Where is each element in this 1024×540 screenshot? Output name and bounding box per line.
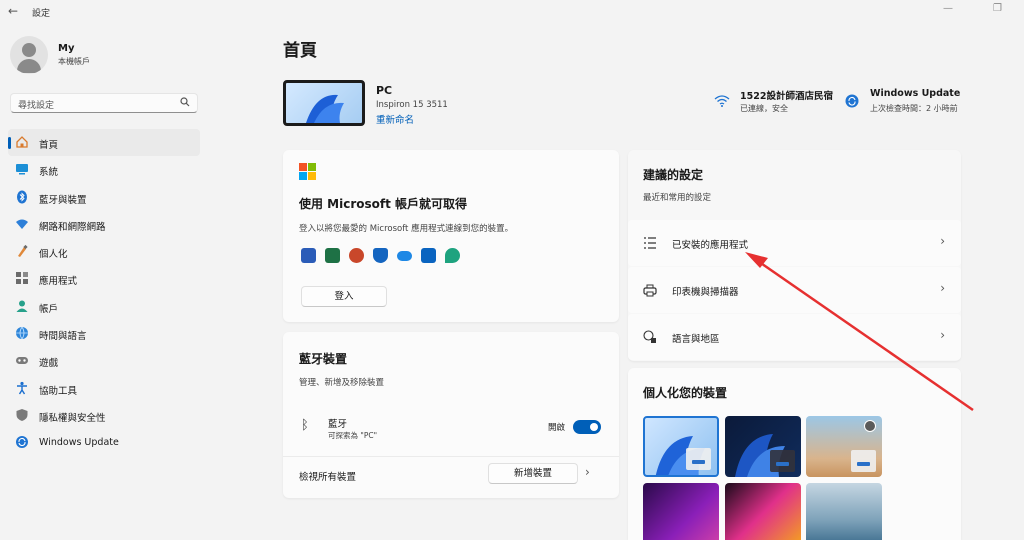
view-all-devices-link[interactable]: 檢視所有裝置	[299, 469, 356, 483]
recommended-item-language-region[interactable]: 語言與地區 ›	[628, 314, 961, 360]
bluetooth-device-status: 可探索為 "PC"	[328, 431, 378, 440]
sidebar-item-accounts[interactable]: 帳戶	[8, 293, 200, 320]
bluetooth-card-desc: 管理、新增及移除裝置	[299, 378, 385, 388]
minimize-icon[interactable]: —	[943, 3, 953, 14]
shield-icon	[16, 408, 28, 421]
theme-thumbnail-windows-light[interactable]	[643, 416, 719, 477]
onedrive-icon	[397, 251, 412, 261]
ms-account-title: 使用 Microsoft 帳戶就可取得	[299, 197, 468, 211]
sidebar-item-home[interactable]: 首頁	[8, 129, 200, 157]
family-icon	[445, 248, 460, 263]
sidebar-item-bluetooth-devices[interactable]: 藍牙與裝置	[8, 184, 200, 211]
ms-account-desc: 登入以將您最愛的 Microsoft 應用程式連線到您的裝置。	[299, 224, 514, 234]
update-last-checked: 上次檢查時間：2 小時前	[870, 104, 958, 113]
account-type: 本機帳戶	[58, 57, 90, 66]
sidebar-item-time-language[interactable]: 時間與語言	[8, 320, 200, 347]
bluetooth-card-title: 藍牙裝置	[299, 352, 348, 366]
wifi-state: 已連線，安全	[740, 104, 788, 113]
chevron-right-icon: ›	[940, 328, 945, 342]
sidebar-item-gaming[interactable]: 遊戲	[8, 347, 200, 374]
sidebar-item-apps[interactable]: 應用程式	[8, 265, 200, 292]
chevron-right-icon[interactable]: ›	[585, 465, 590, 479]
title-bar: ← 設定 — ❐	[0, 0, 1024, 24]
sidebar-item-windows-update[interactable]: Windows Update	[8, 429, 200, 456]
theme-thumbnail-glow[interactable]	[806, 416, 882, 477]
bluetooth-devices-card: 藍牙裝置 管理、新增及移除裝置 ᛒ 藍牙 可探索為 "PC" 開啟 檢視所有裝置…	[283, 332, 619, 498]
powerpoint-icon	[349, 248, 364, 263]
microsoft-logo-icon	[299, 163, 316, 180]
apps-icon	[16, 272, 28, 285]
defender-icon	[373, 248, 388, 263]
wifi-name: 1522設計師酒店民宿	[740, 91, 833, 102]
accessibility-icon	[17, 381, 27, 395]
microsoft-account-card: 使用 Microsoft 帳戶就可取得 登入以將您最愛的 Microsoft 應…	[283, 150, 619, 322]
excel-icon	[325, 248, 340, 263]
sidebar-item-privacy-security[interactable]: 隱私權與安全性	[8, 402, 200, 429]
add-device-button[interactable]: 新增裝置	[488, 463, 578, 484]
sidebar-item-network[interactable]: 網路和網際網路	[8, 211, 200, 238]
restore-icon[interactable]: ❐	[993, 3, 1002, 14]
user-profile[interactable]: My 本機帳戶	[10, 36, 200, 76]
user-name: My	[58, 43, 75, 54]
search-input[interactable]: 尋找設定	[10, 93, 198, 113]
search-placeholder: 尋找設定	[18, 101, 55, 111]
theme-thumbnail-windows-dark[interactable]	[725, 416, 801, 477]
gaming-icon	[16, 357, 28, 365]
language-region-icon	[643, 330, 656, 343]
back-arrow-icon[interactable]: ←	[8, 4, 18, 18]
search-icon	[180, 97, 190, 107]
bluetooth-toggle[interactable]	[573, 420, 601, 434]
word-icon	[301, 248, 316, 263]
rename-link[interactable]: 重新命名	[376, 112, 414, 126]
sidebar-item-accessibility[interactable]: 協助工具	[8, 375, 200, 402]
recommended-item-installed-apps[interactable]: 已安裝的應用程式 ›	[628, 220, 961, 266]
windows-update-icon	[845, 94, 859, 108]
chevron-right-icon: ›	[940, 281, 945, 295]
outlook-icon	[421, 248, 436, 263]
page-title: 首頁	[283, 41, 317, 61]
recommended-item-printers[interactable]: 印表機與掃描器 ›	[628, 267, 961, 313]
sidebar-nav: 首頁 系統 藍牙與裝置 網路和網際網路 個人化 應用程式 帳戶 時間與語言 遊戲…	[8, 129, 200, 457]
time-language-icon	[16, 326, 28, 340]
network-icon	[16, 219, 28, 229]
bluetooth-icon	[17, 190, 27, 204]
system-icon	[16, 164, 28, 175]
recommended-title: 建議的設定	[643, 168, 704, 182]
bluetooth-icon: ᛒ	[301, 418, 309, 433]
signin-button[interactable]: 登入	[301, 286, 387, 307]
windows-update-icon	[16, 436, 28, 449]
pc-name: PC	[376, 84, 393, 97]
avatar	[10, 36, 48, 74]
recommended-subtitle: 最近和常用的設定	[643, 193, 712, 203]
window-title: 設定	[32, 9, 51, 19]
installed-apps-icon	[644, 237, 656, 249]
home-icon	[16, 136, 28, 148]
sidebar-item-system[interactable]: 系統	[8, 156, 200, 183]
personalize-card: 個人化您的裝置	[628, 368, 961, 540]
printer-icon	[643, 284, 657, 297]
bluetooth-toggle-label: 開啟	[548, 423, 566, 433]
divider	[283, 456, 619, 457]
theme-badge-icon	[864, 420, 876, 432]
personalization-icon	[18, 245, 28, 258]
update-title: Windows Update	[870, 88, 961, 99]
chevron-right-icon: ›	[940, 234, 945, 248]
theme-thumbnail-purple[interactable]	[643, 483, 719, 540]
bluetooth-device-name: 藍牙	[328, 419, 348, 430]
account-icon	[16, 300, 28, 312]
theme-thumbnail-lake[interactable]	[806, 483, 882, 540]
wifi-icon	[714, 95, 730, 107]
pc-model: Inspiron 15 3511	[376, 100, 448, 110]
pc-wallpaper-thumbnail	[283, 80, 365, 126]
sidebar-item-personalization[interactable]: 個人化	[8, 238, 200, 265]
recommended-settings-card: 建議的設定 最近和常用的設定 已安裝的應用程式 › 印表機與掃描器 › 語言與地…	[628, 150, 961, 361]
personalize-title: 個人化您的裝置	[643, 386, 728, 400]
theme-thumbnail-flower[interactable]	[725, 483, 801, 540]
